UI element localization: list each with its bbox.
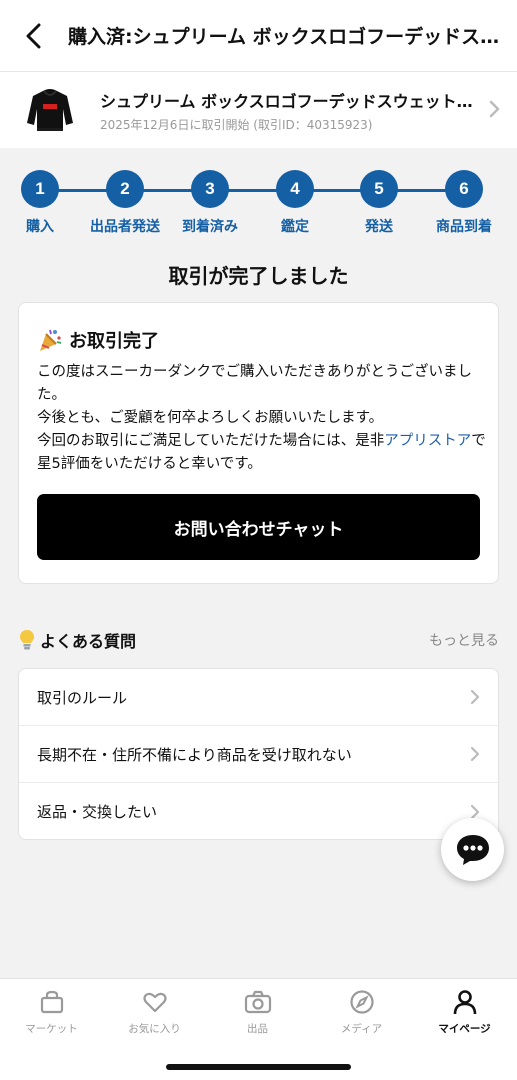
tab-market[interactable]: マーケット xyxy=(0,989,103,1036)
faq-header: よくある質問 もっと見る xyxy=(18,628,499,652)
tab-favorites[interactable]: お気に入り xyxy=(103,989,206,1036)
completion-title: お取引完了 xyxy=(69,331,159,352)
faq-more-link[interactable]: もっと見る xyxy=(429,630,499,650)
tab-label: マーケット xyxy=(25,1023,78,1035)
step-label: 商品到着 xyxy=(436,219,492,235)
page-title: 購入済:シュプリーム ボックスロゴフーデッドスウェットシャツ xyxy=(68,26,508,48)
party-popper-icon xyxy=(40,329,62,351)
step-number: 3 xyxy=(191,170,229,208)
step-number: 2 xyxy=(106,170,144,208)
lightbulb-icon xyxy=(20,630,34,650)
thanks-text: この度はスニーカーダンクでご購入いただきありがとうございました。 xyxy=(37,364,472,403)
step-shipped: 5 発送 xyxy=(337,170,421,236)
status-title: 取引が完了しました xyxy=(168,264,349,288)
product-thumbnail xyxy=(0,72,100,148)
step-label: 発送 xyxy=(365,219,393,235)
home-indicator xyxy=(166,1064,351,1070)
step-delivered: 6 商品到着 xyxy=(422,170,506,236)
review-request-text: 今回のお取引にご満足していただけた場合には、是非アプリストアで星5評価をいただけ… xyxy=(37,433,486,472)
tab-label: メディア xyxy=(340,1023,383,1035)
regards-text: 今後とも、ご愛顧を何卒よろしくお願いいたします。 xyxy=(37,410,384,426)
faq-title: よくある質問 xyxy=(40,632,137,651)
faq-list: 取引のルール 長期不在・住所不備により商品を受け取れない 返品・交換したい xyxy=(18,668,499,840)
top-app-bar: 購入済:シュプリーム ボックスロゴフーデッドスウェットシャツ xyxy=(0,0,517,72)
step-label: 到着済み xyxy=(182,219,238,235)
transaction-meta: 2025年12月6日に取引開始 (取引ID：40315923) xyxy=(100,117,373,132)
product-name: シュプリーム ボックスロゴフーデッドスウェットシャツ xyxy=(100,91,480,111)
step-number: 4 xyxy=(276,170,314,208)
completion-message: この度はスニーカーダンクでご購入いただきありがとうございました。 今後とも、ご愛… xyxy=(37,361,487,476)
completion-card: お取引完了 この度はスニーカーダンクでご購入いただきありがとうございました。 今… xyxy=(18,302,499,584)
tab-sell[interactable]: 出品 xyxy=(206,989,309,1036)
tab-media[interactable]: メディア xyxy=(310,989,413,1036)
heart-icon xyxy=(142,992,167,1013)
tab-label: マイページ xyxy=(438,1023,491,1035)
step-authentication: 4 鑑定 xyxy=(253,170,337,236)
faq-item-return-exchange[interactable]: 返品・交換したい xyxy=(19,783,498,839)
app-store-link[interactable]: アプリストア xyxy=(384,433,471,449)
camera-icon xyxy=(244,990,271,1014)
faq-item-label: 取引のルール xyxy=(37,688,128,707)
step-label: 鑑定 xyxy=(281,219,309,235)
person-icon xyxy=(453,990,476,1015)
compass-icon xyxy=(349,990,374,1014)
chevron-left-icon xyxy=(26,23,41,48)
faq-item-label: 返品・交換したい xyxy=(37,803,158,821)
step-arrived: 3 到着済み xyxy=(168,170,252,236)
chat-bubble-icon xyxy=(456,834,489,865)
chevron-right-icon xyxy=(489,100,500,118)
step-seller-shipped: 2 出品者発送 xyxy=(83,170,167,236)
step-label: 出品者発送 xyxy=(90,219,160,235)
step-number: 1 xyxy=(21,170,59,208)
faq-item-cannot-receive[interactable]: 長期不在・住所不備により商品を受け取れない xyxy=(19,726,498,783)
faq-item-transaction-rules[interactable]: 取引のルール xyxy=(19,669,498,726)
product-summary-row[interactable]: シュプリーム ボックスロゴフーデッドスウェットシャツ 2025年12月6日に取引… xyxy=(0,72,517,148)
contact-chat-button[interactable]: お問い合わせチャット xyxy=(37,494,480,560)
step-purchase: 1 購入 xyxy=(0,170,82,236)
progress-stepper: 1 購入 2 出品者発送 3 到着済み 4 鑑定 5 発送 6 商品到着 xyxy=(0,170,517,240)
tab-label: 出品 xyxy=(247,1023,268,1035)
chevron-right-icon xyxy=(470,746,480,762)
floating-chat-button[interactable] xyxy=(441,818,504,881)
back-button[interactable] xyxy=(0,0,68,72)
faq-item-label: 長期不在・住所不備により商品を受け取れない xyxy=(37,745,352,764)
chevron-right-icon xyxy=(470,689,480,705)
tab-mypage[interactable]: マイページ xyxy=(413,989,516,1036)
step-number: 5 xyxy=(360,170,398,208)
bag-icon xyxy=(40,990,63,1014)
step-label: 購入 xyxy=(26,219,54,235)
step-number: 6 xyxy=(445,170,483,208)
tab-label: お気に入り xyxy=(128,1023,181,1035)
